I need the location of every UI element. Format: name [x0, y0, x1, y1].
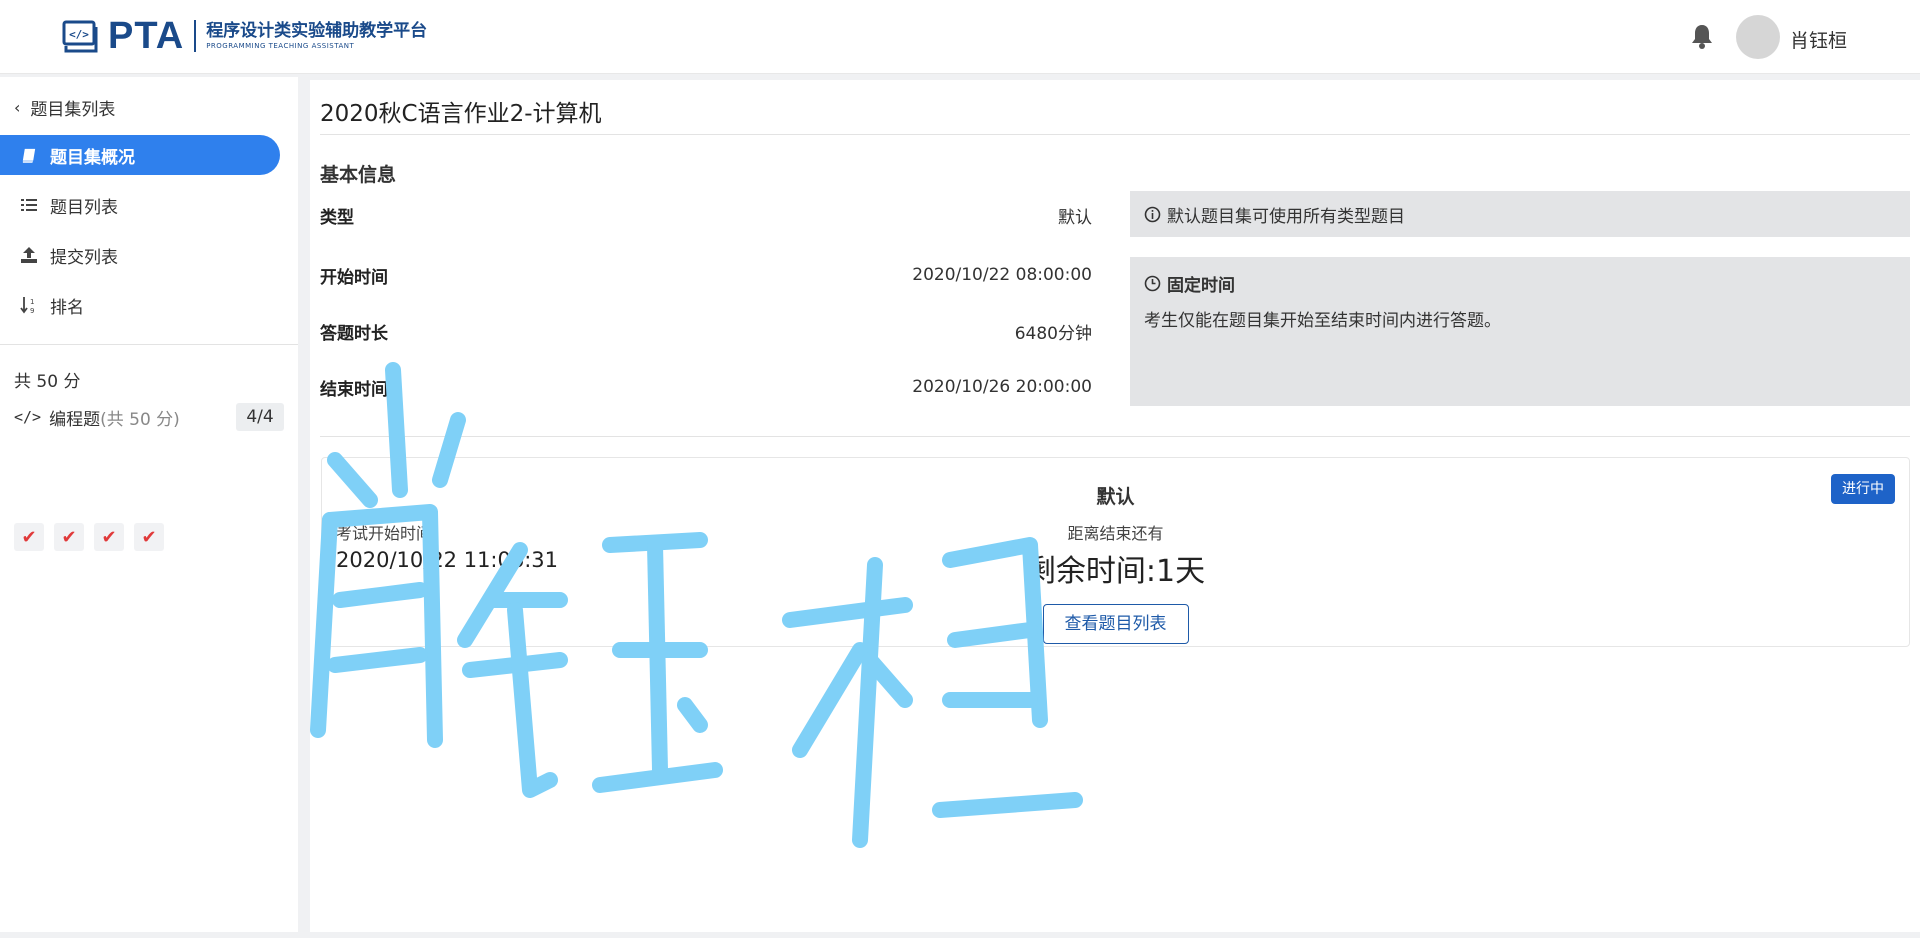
sort-icon: 19 — [20, 296, 38, 314]
type-label: 类型 — [320, 207, 354, 228]
logo-subtitle: 程序设计类实验辅助教学平台 PROGRAMMING TEACHING ASSIS… — [206, 21, 427, 51]
type-note-text: 默认题目集可使用所有类型题目 — [1167, 206, 1405, 227]
problem-status-check[interactable]: ✔ — [14, 523, 44, 551]
sidebar-item-label: 提交列表 — [50, 247, 118, 268]
sidebar-item-overview[interactable]: 题目集概况 — [0, 135, 280, 175]
fixed-time-heading: 固定时间 — [1144, 271, 1896, 296]
pta-logo[interactable]: </> PTA 程序设计类实验辅助教学平台 PROGRAMMING TEACHI… — [62, 14, 427, 57]
svg-text:9: 9 — [30, 307, 34, 314]
total-score: 共 50 分 — [14, 372, 81, 392]
sidebar-item-problem-list[interactable]: 题目列表 — [0, 185, 280, 225]
main-content: 2020秋C语言作业2-计算机 基本信息 类型 默认 开始时间 2020/10/… — [310, 80, 1920, 932]
back-to-problem-sets-link[interactable]: ‹ 题目集列表 — [14, 95, 115, 120]
sidebar-item-submissions[interactable]: 提交列表 — [0, 235, 280, 275]
programming-section[interactable]: </> 编程题 (共 50 分) 4/4 — [14, 403, 284, 431]
programming-count-badge: 4/4 — [236, 403, 284, 431]
svg-text:</>: </> — [69, 28, 89, 41]
problem-status-check[interactable]: ✔ — [54, 523, 84, 551]
remaining-time: 剩余时间:1天 — [1025, 554, 1206, 589]
sidebar-item-label: 题目列表 — [50, 197, 118, 218]
avatar[interactable] — [1736, 15, 1780, 59]
sidebar-item-label: 题目集概况 — [50, 147, 135, 168]
fixed-time-title: 固定时间 — [1167, 276, 1235, 296]
section-divider — [320, 436, 1910, 437]
basic-info-heading: 基本信息 — [320, 164, 397, 186]
info-row-type: 类型 默认 — [320, 202, 1092, 228]
exam-card-title: 默认 — [1096, 486, 1135, 508]
type-value: 默认 — [1058, 207, 1092, 228]
chevron-left-icon: ‹ — [14, 98, 21, 117]
back-link-label: 题目集列表 — [30, 100, 116, 120]
duration-value: 6480分钟 — [1014, 323, 1092, 344]
status-badge: 进行中 — [1831, 474, 1895, 504]
logo-en-text: PROGRAMMING TEACHING ASSISTANT — [206, 42, 355, 50]
programming-score: (共 50 分) — [100, 409, 180, 430]
title-divider — [320, 134, 1910, 135]
info-row-start: 开始时间 2020/10/22 08:00:00 — [320, 262, 1092, 288]
type-note: 默认题目集可使用所有类型题目 — [1130, 191, 1910, 237]
logo-separator — [194, 20, 197, 52]
page-title: 2020秋C语言作业2-计算机 — [320, 101, 602, 127]
top-bar: </> PTA 程序设计类实验辅助教学平台 PROGRAMMING TEACHI… — [0, 0, 1920, 74]
start-time-value: 2020/10/22 08:00:00 — [912, 265, 1092, 285]
fixed-time-note: 固定时间 考生仅能在题目集开始至结束时间内进行答题。 — [1130, 257, 1910, 406]
problem-status-check[interactable]: ✔ — [94, 523, 124, 551]
info-icon — [1144, 206, 1161, 222]
sidebar-item-label: 排名 — [50, 297, 84, 318]
sidebar-item-ranking[interactable]: 19 排名 — [0, 285, 280, 325]
fixed-time-body: 考生仅能在题目集开始至结束时间内进行答题。 — [1144, 311, 1501, 331]
list-icon — [20, 196, 38, 214]
start-time-label: 开始时间 — [320, 267, 388, 288]
remaining-block: 距离结束还有 剩余时间:1天 查看题目列表 — [322, 520, 1909, 644]
programming-label: 编程题 — [49, 409, 101, 430]
sidebar: ‹ 题目集列表 题目集概况 题目列表 提交列表 19 排名 共 50 分 </>… — [0, 77, 298, 932]
bell-icon[interactable] — [1690, 22, 1714, 50]
upload-icon — [20, 246, 38, 264]
view-problem-list-button[interactable]: 查看题目列表 — [1042, 604, 1189, 644]
book-icon — [20, 146, 38, 164]
problem-status-list: ✔ ✔ ✔ ✔ — [14, 523, 174, 551]
clock-icon — [1144, 275, 1161, 292]
code-icon: </> — [14, 408, 42, 426]
end-time-value: 2020/10/26 20:00:00 — [912, 377, 1092, 397]
sidebar-divider — [0, 344, 298, 345]
exam-card: 默认 进行中 考试开始时间 2020/10/22 11:06:31 距离结束还有… — [321, 457, 1910, 647]
remaining-label: 距离结束还有 — [1067, 524, 1164, 543]
code-book-icon: </> — [62, 20, 98, 53]
logo-cn-text: 程序设计类实验辅助教学平台 — [206, 21, 428, 41]
logo-pta-text: PTA — [108, 14, 185, 57]
problem-status-check[interactable]: ✔ — [134, 523, 164, 551]
username[interactable]: 肖钰桓 — [1790, 26, 1847, 53]
end-time-label: 结束时间 — [320, 379, 388, 400]
duration-label: 答题时长 — [320, 323, 388, 344]
info-row-duration: 答题时长 6480分钟 — [320, 318, 1092, 344]
info-row-end: 结束时间 2020/10/26 20:00:00 — [320, 374, 1092, 400]
svg-text:1: 1 — [30, 298, 34, 306]
